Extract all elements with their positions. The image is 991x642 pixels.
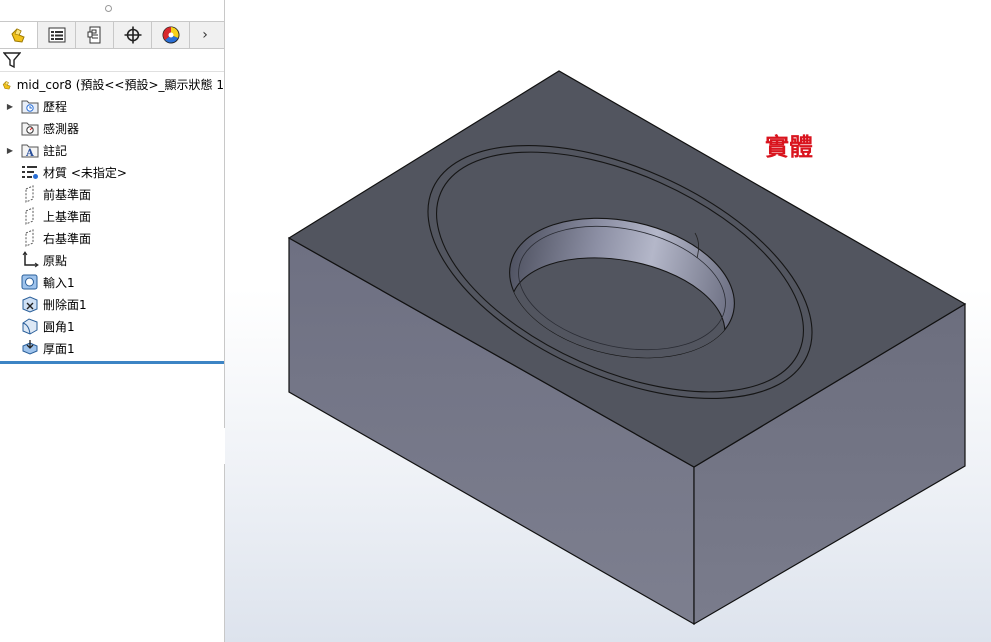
crosshair-icon [124, 26, 141, 44]
tree-item-top-plane[interactable]: 上基準面 [0, 205, 224, 227]
more-tabs-chevron-icon[interactable]: › [190, 22, 220, 48]
color-wheel-icon [162, 26, 179, 44]
sensor-folder-icon [21, 122, 39, 136]
tree-item-origin[interactable]: 原點 [0, 249, 224, 271]
tree-root-label: mid_cor8 (預設<<預設>_顯示狀態 1 [16, 78, 224, 92]
feature-manager-panel: › mid_cor8 (預設<<預設>_顯示狀態 1 ▶ 歷程 感測器 ▶ A … [0, 0, 225, 642]
part-icon [10, 28, 25, 43]
tree-item-fillet[interactable]: 圓角1 [0, 315, 224, 337]
history-icon [21, 100, 39, 114]
tree-filter-bar[interactable] [0, 49, 224, 72]
expand-arrow-icon[interactable]: ▶ [5, 146, 15, 155]
configuration-manager-tab[interactable] [76, 22, 114, 48]
thicken-icon [22, 340, 38, 355]
rollback-bar[interactable] [0, 361, 224, 364]
delete-face-icon [22, 296, 38, 313]
tree-item-material[interactable]: 材質 <未指定> [0, 161, 224, 183]
solid-model[interactable] [225, 0, 991, 642]
panel-grip[interactable] [0, 0, 224, 18]
tree-item-thicken[interactable]: 厚面1 [0, 337, 224, 359]
manager-tabbar: › [0, 21, 224, 49]
tree-item-annotations[interactable]: ▶ A 註記 [0, 139, 224, 161]
filter-icon[interactable] [2, 51, 22, 72]
graphics-area[interactable]: 實體 [225, 0, 991, 642]
tree-item-front-plane[interactable]: 前基準面 [0, 183, 224, 205]
tree-item-delete-face[interactable]: 刪除面1 [0, 293, 224, 315]
origin-icon [22, 251, 39, 268]
property-manager-tab[interactable] [38, 22, 76, 48]
plane-icon [25, 207, 34, 225]
property-list-icon [48, 27, 65, 43]
tree-item-sensors[interactable]: 感測器 [0, 117, 224, 139]
part-icon [2, 80, 11, 89]
solid-body-annotation: 實體 [765, 132, 813, 161]
tree-item-history[interactable]: ▶ 歷程 [0, 95, 224, 117]
feature-manager-tab[interactable] [0, 22, 38, 48]
imported-body-icon [21, 274, 38, 290]
tree-root-part[interactable]: mid_cor8 (預設<<預設>_顯示狀態 1 [0, 74, 224, 95]
material-icon [22, 166, 38, 179]
display-manager-tab[interactable] [152, 22, 190, 48]
dimxpert-manager-tab[interactable] [114, 22, 152, 48]
plane-icon [25, 229, 34, 247]
tree-item-imported[interactable]: 輸入1 [0, 271, 224, 293]
svg-text:A: A [25, 148, 34, 158]
configuration-icon [87, 26, 100, 44]
annotations-icon: A [21, 144, 39, 158]
tree-item-right-plane[interactable]: 右基準面 [0, 227, 224, 249]
feature-tree: mid_cor8 (預設<<預設>_顯示狀態 1 ▶ 歷程 感測器 ▶ A 註記… [0, 74, 224, 359]
expand-arrow-icon[interactable]: ▶ [5, 102, 15, 111]
plane-icon [25, 185, 34, 203]
fillet-icon [22, 318, 38, 335]
